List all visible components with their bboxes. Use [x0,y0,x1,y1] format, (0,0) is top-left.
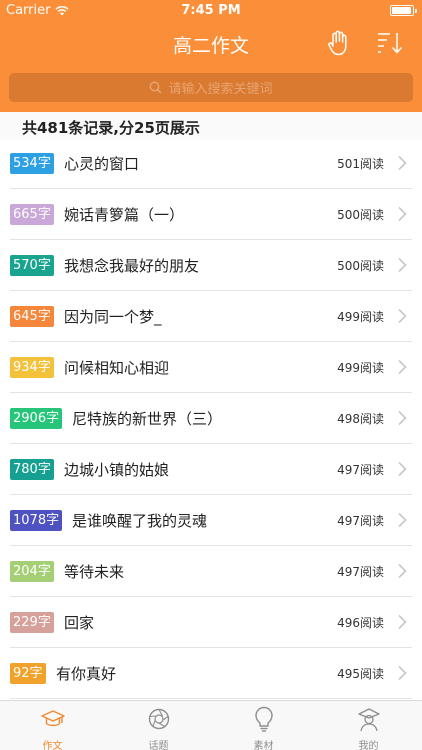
article-row[interactable]: 665字 婉话青箩篇（一） 500阅读 [0,189,422,240]
battery-level [392,7,411,14]
article-title: 边城小镇的姑娘 [64,461,170,479]
article-title: 心灵的窗口 [64,155,140,173]
read-count: 501阅读 [337,157,384,171]
tab-mine[interactable]: 我的 [316,701,421,750]
read-count: 498阅读 [337,412,384,426]
word-count-badge: 229字 [10,612,54,633]
record-count: 共481条记录,分25页展示 [22,119,200,137]
article-row[interactable]: 534字 心灵的窗口 501阅读 [0,138,422,189]
aperture-icon [148,708,170,730]
chevron-right-icon [398,155,407,171]
article-row[interactable]: 92字 有你真好 495阅读 [0,648,422,699]
read-count: 499阅读 [337,361,384,375]
chevron-right-icon [398,614,407,630]
status-bar: Carrier 7:45 PM [0,0,422,22]
article-title: 是谁唤醒了我的灵魂 [72,512,208,530]
tab-topics[interactable]: 话题 [106,701,211,750]
battery-icon [390,5,417,16]
article-title: 等待未来 [64,563,125,581]
article-title: 回家 [64,614,95,632]
tab-label: 话题 [148,741,169,750]
chevron-right-icon [398,665,407,681]
article-row[interactable]: 645字 因为同一个梦_ 499阅读 [0,291,422,342]
chevron-right-icon [398,257,407,273]
page-title: 高二作文 [172,35,249,57]
tab-label: 作文 [42,741,63,750]
word-count-badge: 204字 [10,561,54,582]
chevron-right-icon [398,308,407,324]
chevron-right-icon [398,461,407,477]
article-title: 尼特族的新世界（三） [72,410,223,428]
article-title: 婉话青箩篇（一） [64,206,185,224]
word-count-badge: 645字 [10,306,54,327]
article-title: 因为同一个梦_ [64,308,162,326]
tab-materials[interactable]: 素材 [211,701,316,750]
tab-essays[interactable]: 作文 [0,701,105,750]
status-time: 7:45 PM [181,3,241,18]
tab-bar: 作文 话题 素材 我的 [0,700,422,750]
word-count-badge: 534字 [10,153,54,174]
read-count: 497阅读 [337,565,384,579]
user-icon [358,708,380,732]
article-title: 我想念我最好的朋友 [64,257,200,275]
chevron-right-icon [398,563,407,579]
search-placeholder: 请输入搜索关键词 [168,82,273,97]
article-list: 534字 心灵的窗口 501阅读 665字 婉话青箩篇（一） 500阅读 570字 我想念我最… [0,138,422,699]
word-count-badge: 570字 [10,255,54,276]
word-count-badge: 934字 [10,357,54,378]
article-row[interactable]: 229字 回家 496阅读 [0,597,422,648]
word-count-badge: 665字 [10,204,54,225]
read-count: 495阅读 [337,667,384,681]
graduation-cap-icon [41,710,65,727]
tab-label: 素材 [253,741,274,750]
read-count: 500阅读 [337,259,384,273]
article-title: 问候相知心相迎 [64,359,170,377]
word-count-badge: 780字 [10,459,54,480]
summary-bar: 共481条记录,分25页展示 [0,112,422,140]
app-header: Carrier 7:45 PM 高二作文 请输入搜索关键词 [0,0,422,112]
lightbulb-icon [255,706,273,732]
read-count: 500阅读 [337,208,384,222]
chevron-right-icon [398,206,407,222]
read-count: 499阅读 [337,310,384,324]
word-count-badge: 92字 [10,663,46,684]
word-count-badge: 1078字 [10,510,63,531]
chevron-right-icon [398,512,407,528]
search-icon [150,81,163,94]
article-row[interactable]: 570字 我想念我最好的朋友 500阅读 [0,240,422,291]
hand-icon[interactable] [326,30,350,56]
article-row[interactable]: 2906字 尼特族的新世界（三） 498阅读 [0,393,422,444]
article-row[interactable]: 204字 等待未来 497阅读 [0,546,422,597]
read-count: 497阅读 [337,463,384,477]
sort-icon[interactable] [376,31,404,55]
article-row[interactable]: 780字 边城小镇的姑娘 497阅读 [0,444,422,495]
tab-label: 我的 [358,741,379,750]
chevron-right-icon [398,359,407,375]
word-count-badge: 2906字 [10,408,63,429]
article-row[interactable]: 1078字 是谁唤醒了我的灵魂 497阅读 [0,495,422,546]
read-count: 497阅读 [337,514,384,528]
chevron-right-icon [398,410,407,426]
article-title: 有你真好 [56,665,117,683]
search-bar[interactable]: 请输入搜索关键词 [9,73,413,102]
read-count: 496阅读 [337,616,384,630]
article-row[interactable]: 934字 问候相知心相迎 499阅读 [0,342,422,393]
